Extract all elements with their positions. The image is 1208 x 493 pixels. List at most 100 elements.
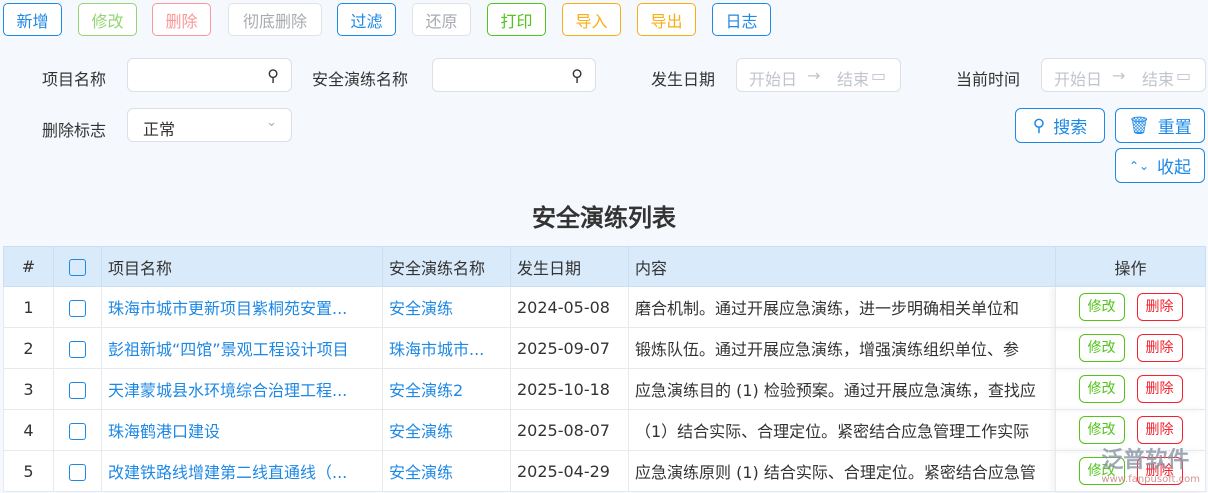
current-time-range-picker[interactable]: 开始日期 → 结束日期 ▭ — [1041, 58, 1206, 92]
reset-label: 重置 — [1157, 118, 1192, 138]
table-row[interactable]: 1 珠海市城市更新项目紫桐苑安置... 安全演练 2024-05-08 磨合机制… — [3, 286, 1206, 328]
row-edit-button[interactable]: 修改 — [1078, 416, 1125, 444]
add-button[interactable]: 新增 — [3, 3, 62, 36]
project-name-link[interactable]: 天津蒙城县水环境综合治理工程... — [101, 368, 383, 410]
chevron-down-icon: ⌄ — [266, 115, 277, 130]
row-checkbox[interactable] — [69, 422, 86, 440]
header-actions: 操作 — [1055, 246, 1206, 287]
drill-name-link[interactable]: 安全演练 — [382, 286, 511, 328]
project-name-label: 项目名称 — [42, 70, 107, 89]
search-icon[interactable]: ⚲ — [571, 66, 583, 85]
row-checkbox[interactable] — [69, 299, 86, 317]
row-checkbox[interactable] — [69, 463, 86, 481]
date-range-picker[interactable]: 开始日期 → 结束日期 ▭ — [736, 58, 901, 92]
date-cell: 2025-08-07 — [510, 409, 629, 451]
drill-name-link[interactable]: 珠海市城市... — [382, 327, 511, 369]
project-name-input[interactable]: ⚲ — [127, 58, 292, 92]
content-cell: 锻炼队伍。通过开展应急演练，增强演练组织单位、参 — [628, 327, 1056, 369]
search-label: 搜索 — [1053, 118, 1088, 138]
row-checkbox-cell — [53, 450, 102, 492]
calendar-icon: ▭ — [871, 66, 887, 85]
filter-button[interactable]: 过滤 — [337, 3, 396, 36]
row-delete-button[interactable]: 删除 — [1136, 416, 1183, 444]
row-index: 5 — [3, 450, 54, 492]
start-date-placeholder: 开始日期 — [749, 70, 795, 89]
current-time-label: 当前时间 — [956, 70, 1021, 89]
delete-button[interactable]: 删除 — [152, 3, 211, 36]
drill-name-link[interactable]: 安全演练 — [382, 409, 511, 451]
project-name-link[interactable]: 珠海鹤港口建设 — [101, 409, 383, 451]
header-drill-name[interactable]: 安全演练名称 — [382, 246, 511, 287]
calendar-icon: ▭ — [1176, 66, 1192, 85]
search-icon: ⚲ — [1032, 115, 1046, 136]
header-date[interactable]: 发生日期 — [510, 246, 629, 287]
row-index: 1 — [3, 286, 54, 328]
actions-cell: 修改 删除 — [1055, 286, 1206, 328]
export-button[interactable]: 导出 — [637, 3, 696, 36]
date-cell: 2025-04-29 — [510, 450, 629, 492]
table-row[interactable]: 2 彭祖新城“四馆”景观工程设计项目 珠海市城市... 2025-09-07 锻… — [3, 327, 1206, 369]
row-edit-button[interactable]: 修改 — [1078, 293, 1125, 321]
date-cell: 2025-10-18 — [510, 368, 629, 410]
table-row[interactable]: 5 改建铁路线增建第二线直通线（... 安全演练 2025-04-29 应急演练… — [3, 450, 1206, 492]
row-index: 3 — [3, 368, 54, 410]
row-delete-button[interactable]: 删除 — [1136, 293, 1183, 321]
date-cell: 2025-09-07 — [510, 327, 629, 369]
page-title: 安全演练列表 — [532, 204, 676, 232]
search-button[interactable]: ⚲ 搜索 — [1015, 108, 1105, 143]
row-checkbox[interactable] — [69, 381, 86, 399]
content-cell: 应急演练原则 (1) 结合实际、合理定位。紧密结合应急管 — [628, 450, 1056, 492]
end-date-placeholder: 结束日期 — [837, 70, 869, 89]
table-row[interactable]: 3 天津蒙城县水环境综合治理工程... 安全演练2 2025-10-18 应急演… — [3, 368, 1206, 410]
arrow-icon: → — [807, 66, 821, 85]
collapse-label: 收起 — [1157, 158, 1192, 178]
select-all-checkbox[interactable] — [69, 259, 86, 276]
header-content[interactable]: 内容 — [628, 246, 1056, 287]
row-delete-button[interactable]: 删除 — [1136, 334, 1183, 362]
search-icon[interactable]: ⚲ — [267, 66, 279, 85]
trash-icon: 🗑 — [1128, 115, 1150, 136]
row-checkbox[interactable] — [69, 340, 86, 358]
end-date-placeholder: 结束日期 — [1142, 70, 1174, 89]
date-label: 发生日期 — [651, 70, 716, 89]
row-edit-button[interactable]: 修改 — [1078, 375, 1125, 403]
start-date-placeholder: 开始日期 — [1054, 70, 1100, 89]
content-cell: 磨合机制。通过开展应急演练，进一步明确相关单位和 — [628, 286, 1056, 328]
chevron-updown-icon: ⌃⌄ — [1128, 158, 1150, 173]
project-name-link[interactable]: 彭祖新城“四馆”景观工程设计项目 — [101, 327, 383, 369]
reset-button[interactable]: 🗑 重置 — [1115, 108, 1205, 143]
print-button[interactable]: 打印 — [487, 3, 546, 36]
edit-button[interactable]: 修改 — [78, 3, 137, 36]
content-cell: 应急演练目的 (1) 检验预案。通过开展应急演练，查找应 — [628, 368, 1056, 410]
actions-cell: 修改 删除 — [1055, 327, 1206, 369]
row-checkbox-cell — [53, 286, 102, 328]
delete-flag-label: 删除标志 — [42, 121, 107, 140]
drill-name-link[interactable]: 安全演练 — [382, 450, 511, 492]
row-delete-button[interactable]: 删除 — [1136, 375, 1183, 403]
delete-flag-select[interactable]: 正常 ⌄ — [127, 108, 292, 142]
header-project-name[interactable]: 项目名称 — [101, 246, 383, 287]
arrow-icon: → — [1112, 66, 1126, 85]
row-index: 2 — [3, 327, 54, 369]
header-index: # — [3, 246, 54, 287]
collapse-button[interactable]: ⌃⌄ 收起 — [1115, 148, 1205, 183]
row-edit-button[interactable]: 修改 — [1078, 334, 1125, 362]
actions-cell: 修改 删除 — [1055, 368, 1206, 410]
drill-name-input[interactable]: ⚲ — [432, 58, 596, 92]
drill-name-link[interactable]: 安全演练2 — [382, 368, 511, 410]
log-button[interactable]: 日志 — [712, 3, 771, 36]
row-index: 4 — [3, 409, 54, 451]
date-cell: 2024-05-08 — [510, 286, 629, 328]
delete-flag-value: 正常 — [143, 120, 176, 139]
row-checkbox-cell — [53, 409, 102, 451]
project-name-link[interactable]: 改建铁路线增建第二线直通线（... — [101, 450, 383, 492]
restore-button[interactable]: 还原 — [412, 3, 471, 36]
drill-name-label: 安全演练名称 — [312, 70, 409, 89]
content-cell: （1）结合实际、合理定位。紧密结合应急管理工作实际 — [628, 409, 1056, 451]
table-row[interactable]: 4 珠海鹤港口建设 安全演练 2025-08-07 （1）结合实际、合理定位。紧… — [3, 409, 1206, 451]
import-button[interactable]: 导入 — [562, 3, 621, 36]
purge-button[interactable]: 彻底删除 — [228, 3, 322, 36]
row-checkbox-cell — [53, 327, 102, 369]
drill-table: # 项目名称 安全演练名称 发生日期 内容 操作 1 珠海市城市更新项目紫桐苑安… — [3, 246, 1206, 492]
project-name-link[interactable]: 珠海市城市更新项目紫桐苑安置... — [101, 286, 383, 328]
